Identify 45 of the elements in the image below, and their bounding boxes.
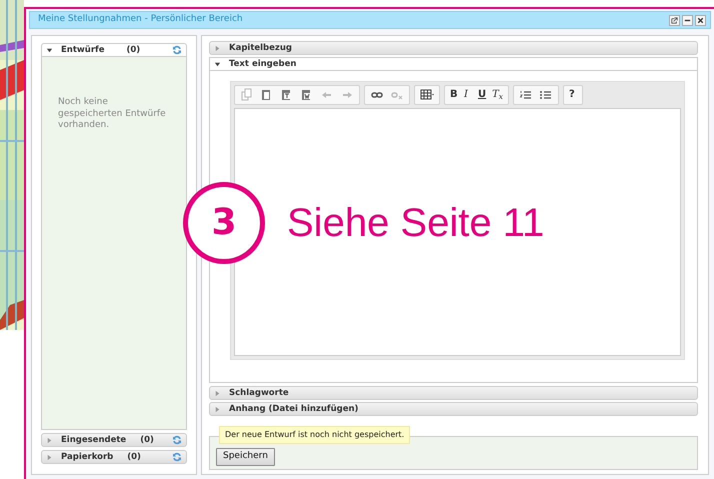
window-title: Meine Stellungnahmen - Persönlicher Bereich [38, 13, 244, 26]
minimize-button[interactable] [682, 14, 693, 26]
copy-icon [240, 88, 254, 102]
notice-tooltip: Der neue Entwurf ist noch nicht gespeichert. [219, 426, 410, 444]
accordion-header[interactable]: Papierkorb (0) [41, 450, 187, 464]
collapsed-triangle-icon [214, 390, 221, 396]
refresh-icon[interactable] [172, 435, 182, 445]
section-label: Schlagworte [229, 386, 289, 400]
accordion-header[interactable]: Entwürfe (0) [41, 43, 187, 57]
accordion-header[interactable]: Eingesendete (0) [41, 433, 187, 447]
accordion-header[interactable]: Kapitelbezug [209, 41, 698, 55]
section-count: (0) [126, 44, 140, 56]
format-button[interactable]: B [448, 87, 460, 103]
empty-message: Noch keine gespeicherten Entwürfe vorhanden. [58, 97, 167, 132]
popout-icon [670, 16, 679, 24]
close-button[interactable] [695, 14, 706, 26]
refresh-icon[interactable] [172, 45, 182, 55]
expanded-triangle-icon [214, 60, 221, 68]
section-label: Entwürfe [61, 44, 104, 56]
collapsed-triangle-icon [46, 436, 53, 444]
section-label: Anhang (Datei hinzufügen) [229, 402, 358, 416]
refresh-icon[interactable] [172, 452, 182, 462]
format-button[interactable]: U [476, 87, 488, 103]
accordion-header[interactable]: Schlagworte [209, 386, 698, 400]
help-button[interactable]: ? [567, 87, 580, 103]
section-label: Kapitelbezug [229, 42, 292, 54]
expanded-triangle-icon [46, 46, 53, 54]
section-count: (0) [140, 434, 154, 446]
section-label: Papierkorb [61, 450, 114, 464]
ul-icon [539, 88, 554, 102]
section-label: Text eingeben [229, 58, 296, 70]
format-button[interactable]: T$_{x}$ [490, 87, 506, 103]
collapsed-triangle-icon [46, 454, 53, 460]
collapsed-triangle-icon [214, 44, 221, 52]
accordion-header[interactable]: Text eingeben [209, 57, 698, 71]
annotation-text: Siehe Seite 11 [287, 200, 544, 247]
accordion-header[interactable]: Anhang (Datei hinzufügen) [209, 402, 698, 416]
table-icon [420, 88, 434, 102]
format-button[interactable]: I [462, 87, 474, 103]
save-button[interactable]: Speichern [216, 448, 275, 466]
popout-button[interactable] [669, 14, 680, 26]
section-count: (0) [127, 450, 141, 464]
section-label: Eingesendete [61, 434, 126, 446]
close-icon [696, 16, 705, 24]
collapsed-triangle-icon [214, 406, 221, 412]
